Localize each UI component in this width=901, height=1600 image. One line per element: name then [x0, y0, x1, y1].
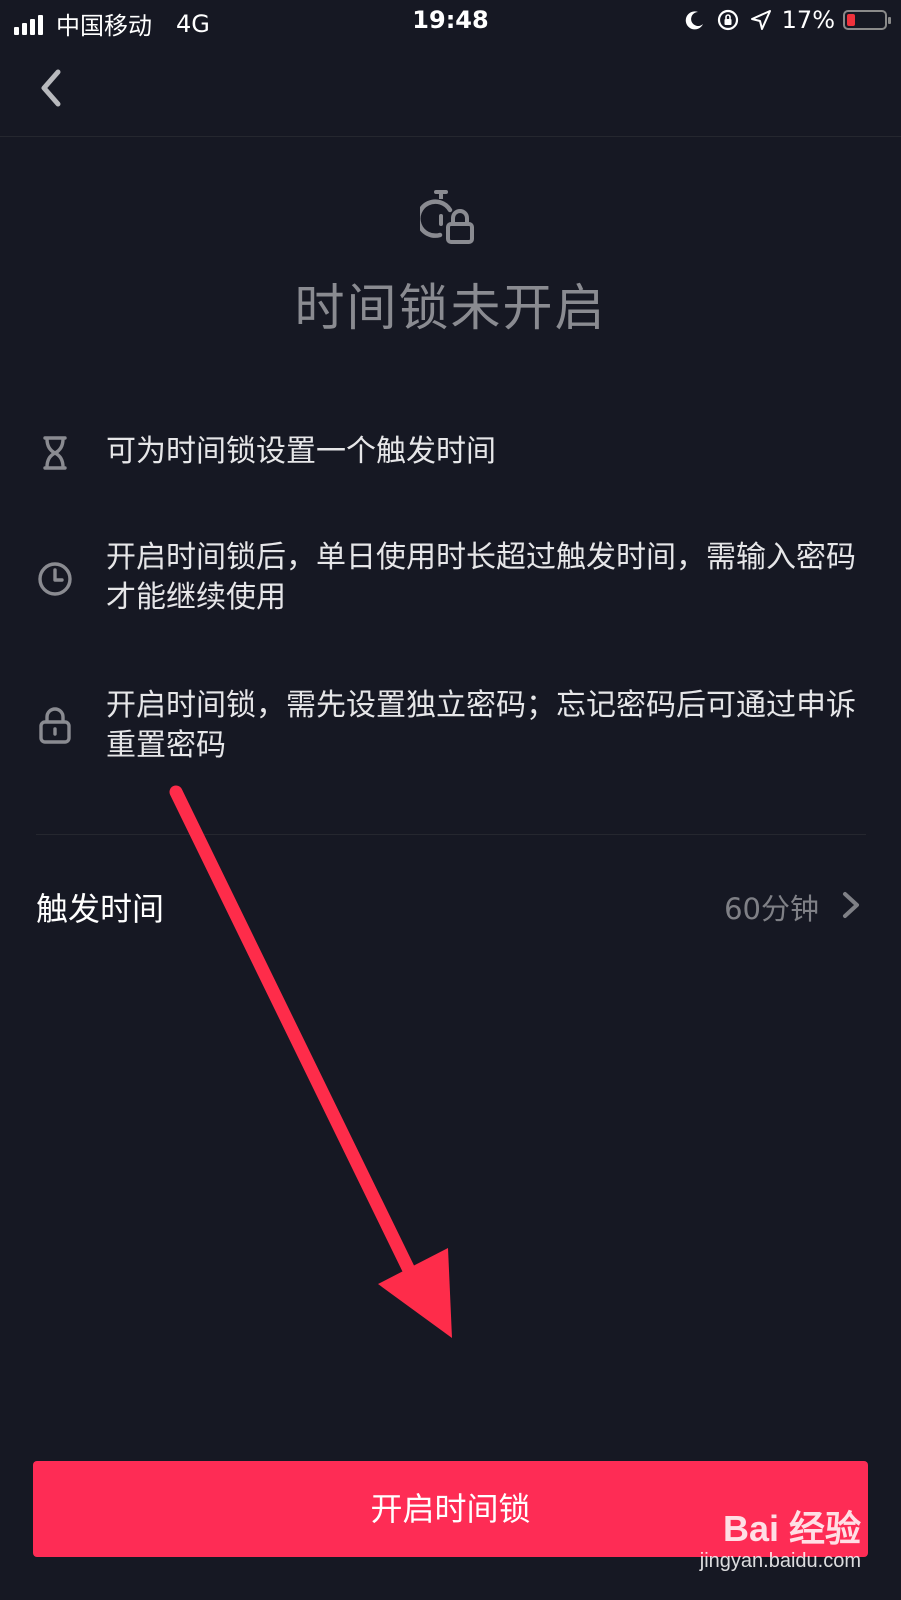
back-button[interactable]	[30, 64, 74, 112]
trigger-time-label: 触发时间	[36, 890, 165, 928]
stopwatch-lock-icon	[420, 190, 474, 244]
info-text: 可为时间锁设置一个触发时间	[106, 434, 496, 469]
chevron-right-icon	[843, 892, 859, 918]
status-bar: 中国移动 4G 19:48 17%	[0, 0, 901, 44]
nav-bar	[0, 44, 901, 137]
moon-icon	[685, 11, 703, 30]
battery-percent: 17%	[781, 6, 835, 34]
info-text: 开启时间锁后，单日使用时长超过触发时间，需输入密码才能继续使用	[106, 540, 856, 615]
status-bar-right: 17%	[674, 6, 891, 34]
chevron-left-icon	[41, 69, 61, 107]
divider	[36, 834, 866, 835]
location-icon	[750, 10, 771, 30]
page-title: 时间锁未开启	[294, 279, 607, 337]
trigger-time-row[interactable]: 触发时间 60分钟	[0, 870, 901, 950]
info-text: 开启时间锁，需先设置独立密码；忘记密码后可通过申诉重置密码	[106, 688, 856, 763]
enable-time-lock-button[interactable]: 开启时间锁	[33, 1461, 868, 1557]
clock-icon	[38, 562, 72, 596]
hourglass-icon	[43, 436, 67, 470]
trigger-time-value: 60分钟	[724, 892, 819, 926]
lock-icon	[39, 707, 71, 744]
battery-icon	[843, 10, 891, 30]
rotation-lock-icon	[717, 9, 738, 31]
